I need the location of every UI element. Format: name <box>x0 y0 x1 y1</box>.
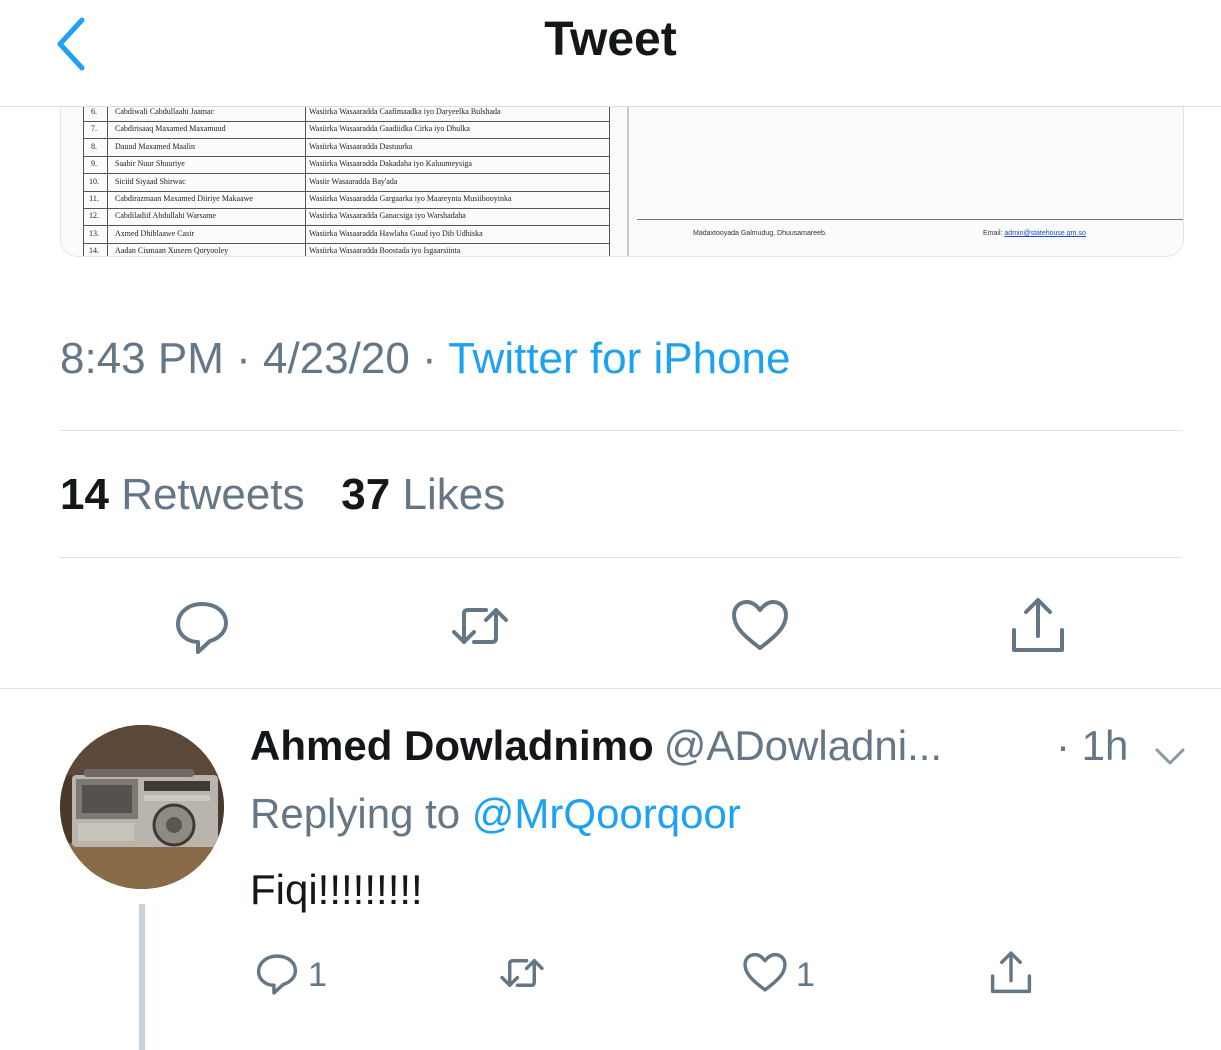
thread-connector <box>139 904 145 1050</box>
row-name: Cabdirazmaan Maxamed Diiriye Makaawe <box>115 194 253 203</box>
reply-button[interactable] <box>172 596 232 656</box>
reply-share-button[interactable] <box>988 950 1038 1000</box>
retweet-button[interactable] <box>450 596 510 656</box>
tweet-date: 4/23/20 <box>262 334 410 383</box>
reply-text: Fiqi!!!!!!!!! <box>250 866 423 913</box>
tweet-stats: 14 Retweets 37 Likes <box>60 470 505 520</box>
divider <box>0 688 1221 689</box>
row-number: 10. <box>89 176 99 186</box>
row-role: Wasiirka Wasaaradda Gaadiidka Cirka iyo … <box>309 124 470 134</box>
row-name: Saabir Nuur Shuuriye <box>115 159 185 169</box>
reply-icon <box>176 602 228 654</box>
tweet-image[interactable]: 6. Cabdiwali Cabdullaahi Jaamac Wasiirka W… <box>60 106 1184 257</box>
row-number: 8. <box>91 141 97 151</box>
like-button[interactable] <box>730 596 790 656</box>
replying-to: Replying to @MrQoorqoor <box>250 790 741 838</box>
row-role: Wasiirka Wasaaradda Hawlaha Guud iyo Dib… <box>309 228 483 238</box>
email-label: Email: <box>983 230 1003 237</box>
table-row: 13. Axmed Dhiblaawe Casir Wasiirka Wasaara… <box>83 226 609 244</box>
row-number: 13. <box>89 228 99 238</box>
page-gutter <box>627 106 629 256</box>
table-row: 11. Cabdirazmaan Maxamed Diiriye Makaawe W… <box>83 191 609 209</box>
reply-author-name[interactable]: Ahmed Dowladnimo <box>250 722 654 769</box>
row-name: Siciid Siyaad Shirwac <box>115 176 186 186</box>
retweets-count: 14 <box>60 470 109 519</box>
row-number: 14. <box>89 246 99 256</box>
footer-rule <box>637 219 1183 220</box>
reply-retweet-button[interactable] <box>496 950 552 1000</box>
retweet-icon <box>452 608 508 644</box>
tweet-meta: 8:43 PM · 4/23/20 · Twitter for iPhone <box>60 334 790 384</box>
likes-count: 37 <box>341 470 391 519</box>
row-number: 7. <box>91 124 97 134</box>
tweet-source-link[interactable]: Twitter for iPhone <box>448 334 790 383</box>
row-role: Wasiirka Wasaaradda Caafimaadka iyo Dary… <box>309 107 501 116</box>
reply-reply-button[interactable]: 1 <box>254 950 334 1000</box>
heart-icon <box>732 600 788 650</box>
row-number: 12. <box>89 211 99 221</box>
document-table: 6. Cabdiwali Cabdullaahi Jaamac Wasiirka W… <box>83 106 611 256</box>
replying-to-mention[interactable]: @MrQoorqoor <box>472 790 741 837</box>
page-title: Tweet <box>544 13 677 66</box>
reply-like-button[interactable]: 1 <box>742 950 822 1000</box>
retweets-stat[interactable]: 14 Retweets <box>60 470 305 519</box>
document-footer-email: Email: admin@statehouse.gm.so <box>983 230 1086 237</box>
tweet-time: 8:43 PM <box>60 334 224 383</box>
likes-label: Likes <box>402 470 506 519</box>
divider <box>60 430 1182 431</box>
reply-header: Ahmed Dowladnimo @ADowladni... · 1h <box>250 722 1200 770</box>
reply-count: 1 <box>308 956 327 994</box>
like-count: 1 <box>796 956 815 994</box>
share-icon <box>1012 598 1064 652</box>
row-name: Cabdiladiif Abdullahi Warsame <box>115 211 216 221</box>
divider <box>60 557 1182 558</box>
row-role: Wasiirka Wasaaradda Dakadaha iyo Kaluume… <box>309 159 472 169</box>
row-role: Wasiirka Wasaaradda Dastuurka <box>309 141 413 151</box>
tweet-action-bar <box>0 596 1221 656</box>
table-row: 6. Cabdiwali Cabdullaahi Jaamac Wasiirka W… <box>83 106 609 122</box>
reply-menu-button[interactable] <box>1154 734 1186 765</box>
row-name: Aadan Cismaan Xuseen Qoryooley <box>115 246 229 256</box>
header: Tweet <box>0 0 1221 107</box>
reply-icon <box>256 954 298 995</box>
table-row: 10. Siciid Siyaad Shirwac Wasiir Wasaaradd… <box>83 174 609 192</box>
row-role: Wasiirka Wasaaradda Gargaarka iyo Maarey… <box>309 194 512 203</box>
separator: · <box>409 334 449 383</box>
email-link[interactable]: admin@statehouse.gm.so <box>1004 230 1085 237</box>
row-role: Wasiir Wasaaradda Bay'ada <box>309 176 398 186</box>
heart-icon <box>743 952 787 992</box>
avatar[interactable] <box>60 725 224 889</box>
row-name: Cabdiwali Cabdullaahi Jaamac <box>115 107 215 116</box>
likes-stat[interactable]: 37 Likes <box>341 470 505 519</box>
share-icon <box>990 951 1032 994</box>
row-name: Axmed Dhiblaawe Casir <box>115 228 195 238</box>
retweet-icon <box>500 959 544 987</box>
table-row: 9. Saabir Nuur Shuuriye Wasiirka Wasaaradd… <box>83 156 609 175</box>
replying-to-label: Replying to <box>250 790 461 837</box>
row-number: 9. <box>91 159 97 169</box>
document-footer-address: Madaxtooyada Galmudug, Dhuusamareeb. <box>693 230 827 237</box>
reply-timestamp: · 1h <box>1056 722 1129 769</box>
table-row: 7. Cabdirisaaq Maxamed Maxamuud Wasiirka W… <box>83 121 609 140</box>
row-role: Wasiirka Wasaaradda Boostada iyo Isgaars… <box>309 246 461 256</box>
row-role: Wasiirka Wasaaradda Ganacsiga iyo Warsha… <box>309 211 466 221</box>
row-name: Dauud Maxamed Maalin <box>115 141 195 151</box>
document-page-right: Madaxtooyada Galmudug, Dhuusamareeb. Ema… <box>637 106 1183 256</box>
radio-cassette-image <box>60 725 224 889</box>
chevron-down-icon <box>1155 748 1185 765</box>
row-name: Cabdirisaaq Maxamed Maxamuud <box>115 124 226 134</box>
reply-author-handle[interactable]: @ADowladni... <box>664 722 942 769</box>
table-row: 8. Dauud Maxamed Maalin Wasiirka Wasaaradd… <box>83 139 609 157</box>
table-border <box>609 106 610 256</box>
separator: · <box>223 334 263 383</box>
row-number: 11. <box>89 194 99 203</box>
table-row: 12. Cabdiladiif Abdullahi Warsame Wasiirka… <box>83 208 609 227</box>
row-number: 6. <box>91 107 97 116</box>
retweets-label: Retweets <box>121 470 305 519</box>
share-button[interactable] <box>1008 596 1068 656</box>
table-row: 14. Aadan Cismaan Xuseen Qoryooley Wasiirk… <box>83 243 609 256</box>
